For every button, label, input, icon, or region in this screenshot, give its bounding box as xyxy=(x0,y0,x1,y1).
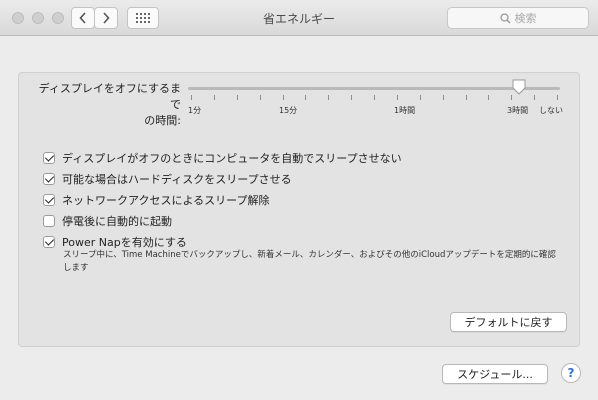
option-power-nap-label: Power Napを有効にする xyxy=(62,235,187,249)
search-icon xyxy=(499,12,510,23)
option-prevent-sleep[interactable]: ディスプレイがオフのときにコンピュータを自動でスリープさせない xyxy=(43,147,402,168)
display-sleep-slider-knob[interactable] xyxy=(512,79,526,95)
option-wake-network-label: ネットワークアクセスによるスリープ解除 xyxy=(62,193,270,207)
slider-tick xyxy=(191,95,192,100)
title-bar: 省エネルギー 検索 xyxy=(0,0,598,36)
tick-label-1hour: 1時間 xyxy=(394,106,416,115)
slider-tick xyxy=(534,95,536,100)
options-list: ディスプレイがオフのときにコンピュータを自動でスリープさせない 可能な場合はハー… xyxy=(43,147,402,252)
search-field[interactable]: 検索 xyxy=(447,7,589,29)
slider-tick xyxy=(442,95,444,100)
slider-tick xyxy=(396,95,398,100)
option-restart-power-failure[interactable]: 停電後に自動的に起動 xyxy=(43,210,402,231)
slider-tick xyxy=(511,95,513,100)
slider-tick xyxy=(374,95,375,100)
slider-tick xyxy=(282,95,284,100)
tick-label-3hours: 3時間 xyxy=(507,106,529,115)
slider-tick xyxy=(328,95,330,100)
checkbox-power-nap[interactable] xyxy=(43,235,55,248)
slider-tick xyxy=(305,95,307,100)
option-wake-network[interactable]: ネットワークアクセスによるスリープ解除 xyxy=(43,189,402,210)
slider-tick xyxy=(557,95,558,100)
slider-tick xyxy=(236,95,238,100)
tick-label-never: しない xyxy=(539,106,563,115)
slider-tick xyxy=(351,95,353,100)
help-button[interactable]: ? xyxy=(561,363,581,383)
power-nap-description: スリープ中に、Time Machineでバックアップし、新着メール、カレンダー、… xyxy=(63,250,556,273)
checkbox-restart-power-failure[interactable] xyxy=(43,214,55,227)
display-sleep-label: ディスプレイをオフにするまで の時間: xyxy=(31,81,181,129)
slider-tick xyxy=(488,95,490,100)
search-placeholder: 検索 xyxy=(514,12,537,25)
restore-defaults-button[interactable]: デフォルトに戻す xyxy=(450,312,567,332)
slider-tick xyxy=(259,95,261,100)
slider-tick xyxy=(419,95,421,100)
option-restart-power-failure-label: 停電後に自動的に起動 xyxy=(62,214,172,228)
energy-saver-panel: ディスプレイをオフにするまで の時間: 1分 15分 1時間 3時間 しない デ… xyxy=(18,72,580,347)
option-disk-sleep-label: 可能な場合はハードディスクをスリープさせる xyxy=(62,172,292,186)
slider-tick xyxy=(465,95,467,100)
option-prevent-sleep-label: ディスプレイがオフのときにコンピュータを自動でスリープさせない xyxy=(62,151,402,165)
slider-tick xyxy=(213,95,215,100)
checkbox-prevent-sleep[interactable] xyxy=(43,151,55,164)
checkbox-disk-sleep[interactable] xyxy=(43,172,55,185)
schedule-button[interactable]: スケジュール... xyxy=(442,364,548,384)
display-sleep-slider-track[interactable] xyxy=(188,87,560,90)
tick-label-1min: 1分 xyxy=(188,106,202,115)
display-sleep-label-line2: の時間: xyxy=(144,114,181,127)
display-sleep-label-line1: ディスプレイをオフにするまで xyxy=(38,82,181,111)
option-disk-sleep[interactable]: 可能な場合はハードディスクをスリープさせる xyxy=(43,168,402,189)
tick-label-15min: 15分 xyxy=(279,106,298,115)
checkbox-wake-network[interactable] xyxy=(43,193,55,206)
